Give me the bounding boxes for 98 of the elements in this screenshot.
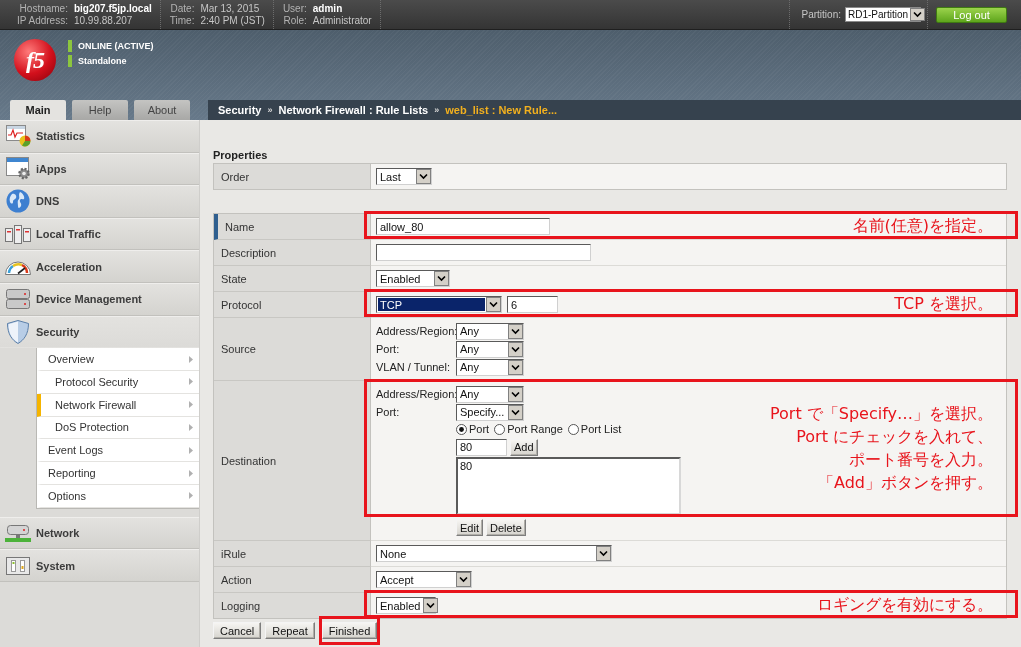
servers-icon — [5, 224, 31, 244]
dropdown[interactable]: Enabled — [376, 270, 450, 287]
info-label: Role: — [282, 14, 307, 27]
field-label: Action — [214, 567, 371, 593]
status-text: Standalone — [68, 55, 154, 67]
field-label: Port: — [376, 343, 401, 355]
triangle-right-icon — [189, 378, 193, 386]
field-label: VLAN / Tunnel: — [376, 361, 451, 373]
radio-option[interactable]: Port Range — [494, 423, 563, 435]
sidebar-item[interactable]: DNS — [0, 185, 199, 218]
annotation-text: Port にチェックを入れて、 — [796, 426, 993, 448]
triangle-right-icon — [189, 401, 193, 409]
annotation-text: TCP を選択。 — [894, 292, 993, 315]
cancel-button[interactable]: Cancel — [213, 622, 262, 639]
breadcrumb-separator: » — [434, 105, 440, 115]
breadcrumb-separator: » — [267, 105, 273, 115]
network-device-icon — [5, 524, 31, 542]
dropdown[interactable]: Enabled — [376, 597, 436, 614]
sidebar-item[interactable]: System — [0, 549, 199, 582]
info-value: admin — [312, 2, 344, 15]
sidebar-item[interactable]: Statistics — [0, 120, 199, 153]
window-gear-icon — [5, 157, 31, 181]
dropdown[interactable]: Specify... — [456, 403, 524, 421]
drives-icon — [6, 289, 30, 310]
info-label: Time: — [169, 14, 195, 27]
field-label: Protocol — [214, 292, 371, 318]
radio-option[interactable]: Port List — [567, 423, 622, 435]
nav-tab[interactable]: About — [134, 100, 190, 120]
annotation-text: 名前(任意)を指定。 — [852, 214, 993, 237]
gauge-icon — [5, 258, 31, 276]
panel-icon — [6, 556, 30, 575]
annotation-text: ポート番号を入力。 — [849, 449, 993, 471]
triangle-right-icon — [189, 355, 193, 363]
repeat-button[interactable]: Repeat — [265, 622, 315, 639]
field-label: Description — [214, 240, 371, 266]
field-label: Destination — [214, 381, 371, 541]
sidebar-item[interactable]: Security — [0, 315, 199, 349]
status-text: ONLINE (ACTIVE) — [68, 40, 154, 52]
info-value: Mar 13, 2015 — [200, 2, 261, 15]
annotation-text: 「Add」ボタンを押す。 — [818, 472, 993, 494]
info-label: IP Address: — [17, 14, 68, 27]
breadcrumb-link[interactable]: Security — [218, 104, 262, 116]
info-label: User: — [282, 2, 307, 15]
breadcrumb-link[interactable]: Network Firewall : Rule Lists — [278, 104, 429, 116]
nav-tab[interactable]: Help — [72, 100, 128, 120]
triangle-right-icon — [189, 469, 193, 477]
breadcrumb-current: web_list : New Rule... — [445, 104, 558, 116]
dropdown[interactable]: Any — [456, 358, 524, 376]
dropdown[interactable]: Any — [456, 385, 524, 403]
field-label: Address/Region: — [376, 388, 456, 400]
field-label: iRule — [214, 541, 371, 567]
globe-icon — [6, 189, 30, 214]
annotation-text: ロギングを有効にする。 — [817, 593, 993, 616]
dropdown[interactable]: Last — [376, 168, 432, 185]
field-label: Order — [214, 164, 371, 189]
partition-label: Partition: — [801, 9, 841, 20]
finished-button[interactable]: Finished — [321, 622, 378, 639]
field-label: Address/Region: — [376, 325, 456, 337]
edit-button[interactable]: Edit — [456, 519, 483, 536]
logo: f5 — [14, 39, 56, 81]
shield-icon — [7, 319, 29, 344]
triangle-right-icon — [189, 492, 193, 500]
dropdown[interactable]: Any — [456, 340, 524, 358]
field-label: Port: — [376, 406, 401, 418]
info-value: Administrator — [312, 14, 372, 27]
dropdown[interactable]: Any — [456, 322, 524, 340]
sidebar-item[interactable]: Local Traffic — [0, 217, 199, 251]
field-label: State — [214, 266, 371, 292]
number-field[interactable]: 6 — [507, 296, 558, 313]
delete-button[interactable]: Delete — [485, 519, 526, 536]
field-label: Name — [214, 214, 371, 240]
triangle-right-icon — [189, 423, 193, 431]
sidebar-item[interactable]: Device Management — [0, 282, 199, 316]
port-listbox[interactable]: 80 — [456, 457, 681, 515]
nav-tab[interactable]: Main — [10, 100, 66, 120]
info-value: big207.f5jp.local — [73, 2, 152, 15]
field-label: Logging — [214, 593, 371, 618]
dropdown[interactable]: TCP — [376, 296, 502, 313]
info-label: Date: — [169, 2, 195, 15]
chart-icon — [5, 125, 31, 148]
field-label: Source — [214, 318, 371, 381]
sidebar-item[interactable]: Network — [0, 516, 199, 550]
section-heading: Properties — [213, 149, 269, 162]
dropdown[interactable]: None — [376, 545, 612, 562]
info-value: 10.99.88.207 — [73, 14, 134, 27]
radio-option[interactable]: Port — [456, 423, 490, 435]
sidebar-item[interactable]: iApps — [0, 152, 199, 186]
annotation-text: Port で「Specify…」を選択。 — [769, 403, 993, 425]
sidebar-item[interactable]: Acceleration — [0, 250, 199, 283]
list-item[interactable]: 80 — [460, 460, 677, 473]
input-field[interactable]: allow_80 — [376, 218, 550, 235]
info-label: Hostname: — [18, 2, 68, 15]
add-button[interactable]: Add — [510, 438, 538, 456]
triangle-right-icon — [189, 446, 193, 454]
input-field[interactable] — [376, 244, 591, 261]
dropdown[interactable]: Accept — [376, 571, 472, 588]
input-field[interactable]: 80 — [456, 438, 507, 456]
info-value: 2:40 PM (JST) — [200, 14, 265, 27]
